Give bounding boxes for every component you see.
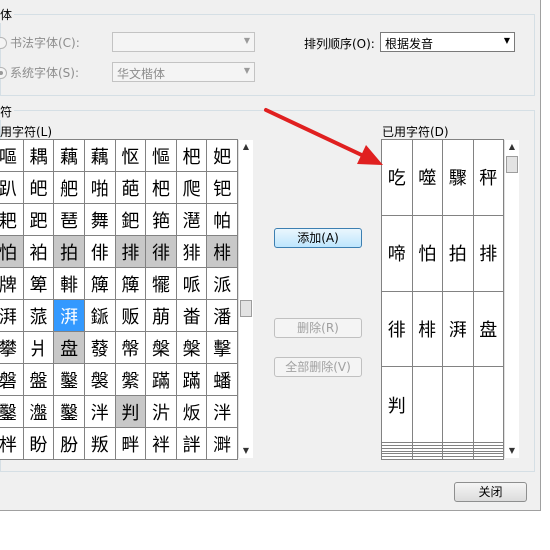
background-window-edge: [541, 0, 550, 510]
add-chars-dialog: 体 书法字体(C): ▼ 系统字体(S): 华文楷体 ▼ 排列顺序(O): 根据…: [0, 0, 541, 511]
annotation-arrow-icon: [264, 108, 383, 165]
